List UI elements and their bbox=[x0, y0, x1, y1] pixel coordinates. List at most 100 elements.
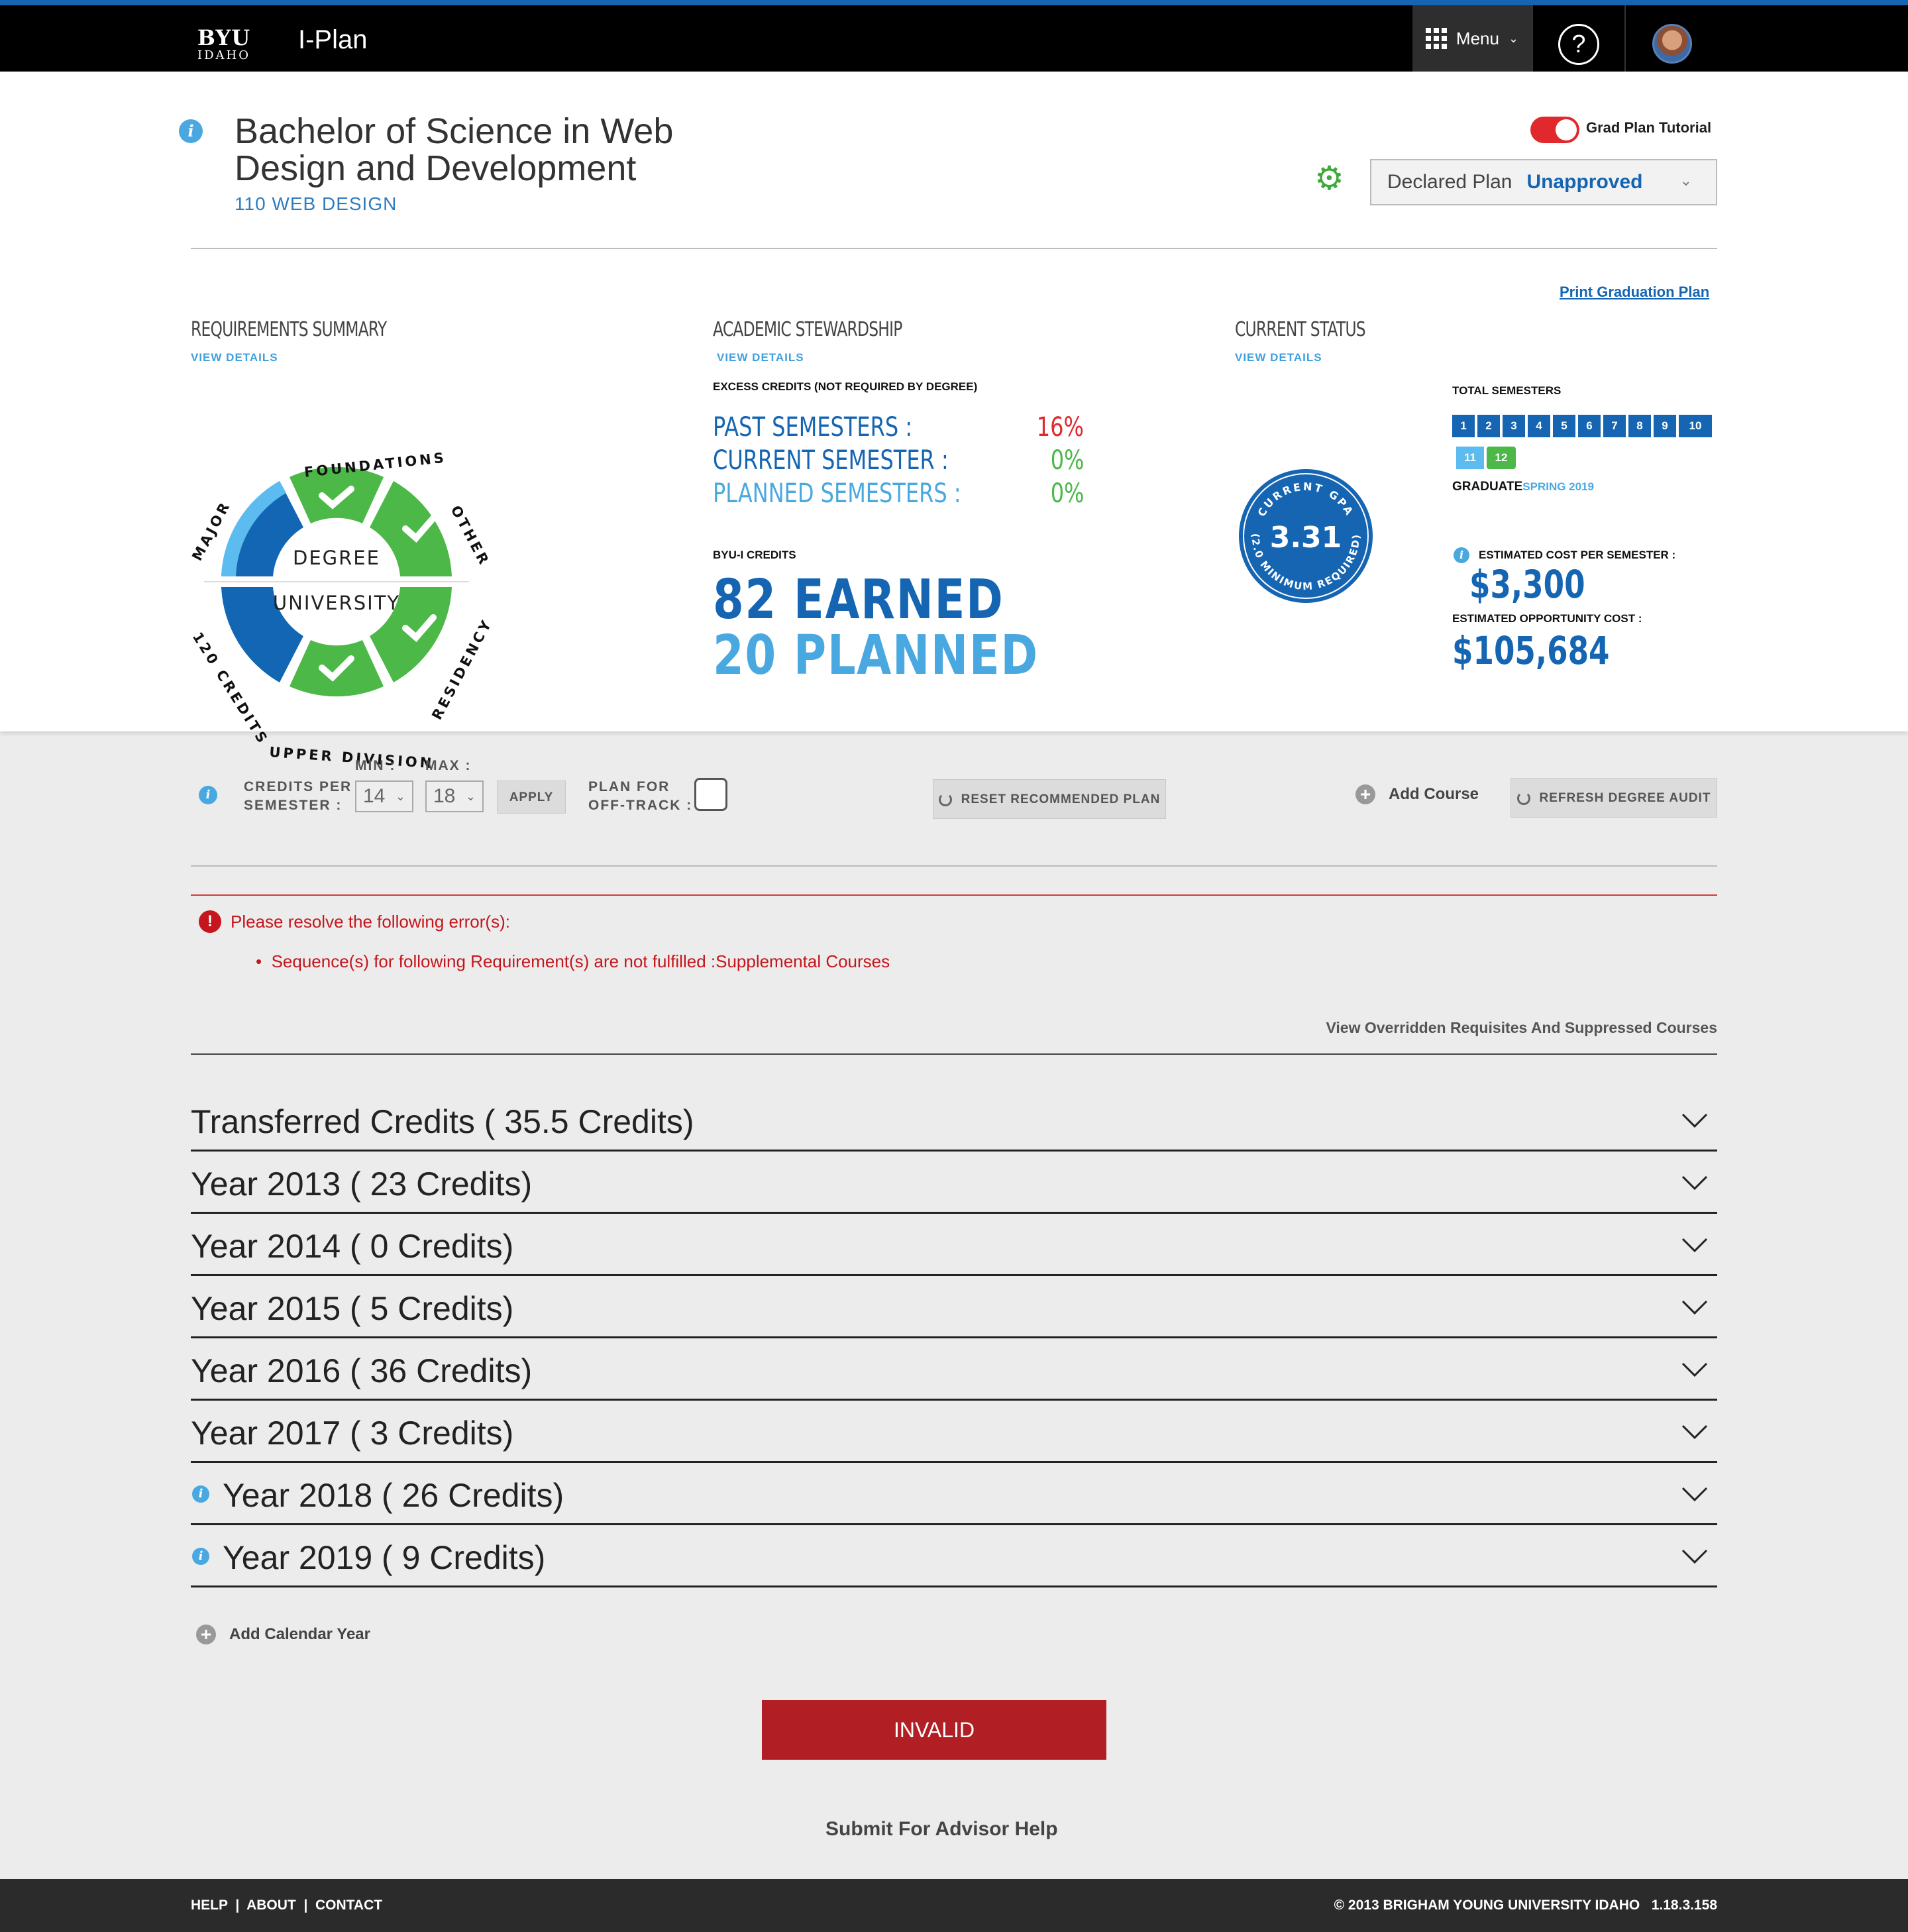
semester-box[interactable]: 9 bbox=[1654, 415, 1676, 437]
info-icon[interactable]: i bbox=[179, 119, 203, 143]
add-calendar-year-button[interactable]: + Add Calendar Year bbox=[196, 1625, 370, 1644]
tutorial-label: Grad Plan Tutorial bbox=[1586, 119, 1712, 136]
error-item-text: Sequence(s) for following Requirement(s)… bbox=[271, 951, 890, 971]
offtrack-label-line2: OFF-TRACK : bbox=[588, 798, 693, 813]
footer-links: HELP | ABOUT | CONTACT bbox=[191, 1898, 382, 1913]
graduate-line: GRADUATESPRING 2019 bbox=[1452, 480, 1594, 494]
plan-label: Declared Plan bbox=[1387, 171, 1512, 193]
max-credits-select[interactable]: 18 ⌄ bbox=[425, 780, 484, 812]
chevron-down-icon bbox=[1681, 1362, 1708, 1377]
semester-box[interactable]: 1 bbox=[1452, 415, 1475, 437]
menu-label: Menu bbox=[1456, 28, 1499, 48]
semester-box[interactable]: 8 bbox=[1628, 415, 1651, 437]
requirements-donut-chart[interactable]: DEGREE UNIVERSITY FOUNDATIONS OTHER RESI… bbox=[176, 376, 494, 774]
min-credits-value: 14 bbox=[363, 785, 386, 807]
current-semester-label: CURRENT SEMESTER : bbox=[713, 445, 949, 476]
graduate-term: SPRING 2019 bbox=[1522, 480, 1594, 493]
semester-box[interactable]: 2 bbox=[1477, 415, 1500, 437]
chevron-down-icon bbox=[1681, 1487, 1708, 1501]
gpa-value: 3.31 bbox=[1270, 521, 1342, 555]
academic-stewardship-heading: ACADEMIC STEWARDSHIP bbox=[713, 318, 902, 341]
refresh-label: REFRESH DEGREE AUDIT bbox=[1539, 791, 1711, 805]
error-item: • Sequence(s) for following Requirement(… bbox=[256, 951, 890, 971]
byui-credits-label: BYU-I CREDITS bbox=[713, 549, 796, 561]
divider bbox=[191, 1053, 1717, 1055]
reset-recommended-plan-button[interactable]: RESET RECOMMENDED PLAN bbox=[933, 779, 1166, 819]
divider bbox=[1532, 5, 1533, 72]
add-course-button[interactable]: + Add Course bbox=[1355, 784, 1479, 804]
footer-separator: | bbox=[231, 1898, 244, 1913]
version-text: 1.18.3.158 bbox=[1651, 1898, 1717, 1913]
submit-for-advisor-help-link[interactable]: Submit For Advisor Help bbox=[825, 1818, 1058, 1841]
past-semesters-row: PAST SEMESTERS : 16% bbox=[713, 412, 1084, 445]
semester-box[interactable]: 3 bbox=[1503, 415, 1525, 437]
semester-box[interactable]: 4 bbox=[1528, 415, 1550, 437]
year-accordion[interactable]: Year 2013 ( 23 Credits) bbox=[191, 1152, 1717, 1214]
error-heading: Please resolve the following error(s): bbox=[231, 912, 510, 932]
info-icon[interactable]: i bbox=[1454, 547, 1469, 563]
settings-gear-icon[interactable]: ⚙ bbox=[1314, 162, 1344, 195]
tutorial-toggle[interactable] bbox=[1530, 117, 1579, 143]
info-icon[interactable]: i bbox=[192, 1485, 209, 1503]
plan-status: Unapproved bbox=[1526, 171, 1643, 193]
year-label: Year 2019 ( 9 Credits) bbox=[223, 1539, 546, 1576]
stewardship-view-details-link[interactable]: VIEW DETAILS bbox=[717, 351, 804, 364]
logo-idaho-text: IDAHO bbox=[197, 48, 250, 62]
user-avatar[interactable] bbox=[1652, 24, 1692, 64]
semester-box[interactable]: 10 bbox=[1679, 415, 1712, 437]
degree-title: Bachelor of Science in Web Design and De… bbox=[235, 111, 674, 188]
year-accordion[interactable]: i Year 2018 ( 26 Credits) bbox=[191, 1463, 1717, 1525]
year-accordion[interactable]: i Year 2019 ( 9 Credits) bbox=[191, 1525, 1717, 1587]
min-credits-select[interactable]: 14 ⌄ bbox=[355, 780, 413, 812]
year-accordion[interactable]: Year 2017 ( 3 Credits) bbox=[191, 1401, 1717, 1463]
chevron-down-icon: ⌄ bbox=[1679, 172, 1692, 189]
declared-plan-select[interactable]: Declared Plan Unapproved ⌄ bbox=[1370, 159, 1717, 205]
divider bbox=[1624, 5, 1626, 72]
footer-about-link[interactable]: ABOUT bbox=[246, 1898, 296, 1913]
footer-contact-link[interactable]: CONTACT bbox=[315, 1898, 382, 1913]
year-accordion[interactable]: Year 2014 ( 0 Credits) bbox=[191, 1214, 1717, 1276]
year-accordion[interactable]: Transferred Credits ( 35.5 Credits) bbox=[191, 1089, 1717, 1152]
view-overridden-link[interactable]: View Overridden Requisites And Suppresse… bbox=[1326, 1019, 1717, 1037]
footer-separator: | bbox=[299, 1898, 312, 1913]
print-graduation-plan-link[interactable]: Print Graduation Plan bbox=[1560, 284, 1709, 301]
opportunity-cost-label: ESTIMATED OPPORTUNITY COST : bbox=[1452, 612, 1642, 625]
semester-box-graduate[interactable]: 12 bbox=[1487, 447, 1516, 469]
past-semesters-value: 16% bbox=[1036, 412, 1084, 443]
error-icon: ! bbox=[199, 910, 221, 933]
offtrack-checkbox[interactable] bbox=[694, 778, 727, 811]
total-semesters-label: TOTAL SEMESTERS bbox=[1452, 384, 1562, 397]
footer-help-link[interactable]: HELP bbox=[191, 1898, 228, 1913]
current-semester-value: 0% bbox=[1050, 445, 1084, 476]
menu-button[interactable]: Menu ⌄ bbox=[1412, 5, 1532, 72]
semester-box[interactable]: 6 bbox=[1578, 415, 1601, 437]
byu-idaho-logo[interactable]: BYU IDAHO bbox=[195, 27, 253, 62]
segment-upper-division[interactable] bbox=[290, 640, 384, 697]
chevron-down-icon bbox=[1681, 1424, 1708, 1439]
help-button[interactable]: ? bbox=[1558, 24, 1599, 65]
semester-box[interactable]: 7 bbox=[1603, 415, 1626, 437]
status-view-details-link[interactable]: VIEW DETAILS bbox=[1235, 351, 1322, 364]
credits-planned: 20 PLANNED bbox=[713, 624, 1039, 687]
degree-code: 110 WEB DESIGN bbox=[235, 193, 398, 214]
info-icon[interactable]: i bbox=[192, 1548, 209, 1565]
invalid-submit-button[interactable]: INVALID bbox=[762, 1700, 1106, 1760]
excess-credits-label: EXCESS CREDITS (NOT REQUIRED BY DEGREE) bbox=[713, 380, 978, 393]
apply-button[interactable]: APPLY bbox=[497, 780, 566, 814]
current-status-heading: CURRENT STATUS bbox=[1235, 318, 1366, 341]
add-calendar-year-label: Add Calendar Year bbox=[229, 1625, 370, 1643]
plus-circle-icon: + bbox=[196, 1625, 216, 1644]
semester-box[interactable]: 5 bbox=[1553, 415, 1575, 437]
chevron-down-icon: ⌄ bbox=[1508, 31, 1519, 45]
label-other: OTHER bbox=[448, 503, 493, 569]
chevron-down-icon: ⌄ bbox=[465, 790, 476, 803]
year-label: Year 2016 ( 36 Credits) bbox=[191, 1352, 533, 1389]
info-icon[interactable]: i bbox=[199, 786, 217, 804]
chevron-down-icon bbox=[1681, 1238, 1708, 1252]
semester-box-planned[interactable]: 11 bbox=[1456, 447, 1484, 469]
year-accordion[interactable]: Year 2016 ( 36 Credits) bbox=[191, 1338, 1717, 1401]
year-accordion[interactable]: Year 2015 ( 5 Credits) bbox=[191, 1276, 1717, 1338]
refresh-degree-audit-button[interactable]: REFRESH DEGREE AUDIT bbox=[1510, 778, 1717, 818]
max-label: MAX : bbox=[425, 758, 472, 773]
requirements-view-details-link[interactable]: VIEW DETAILS bbox=[191, 351, 278, 364]
